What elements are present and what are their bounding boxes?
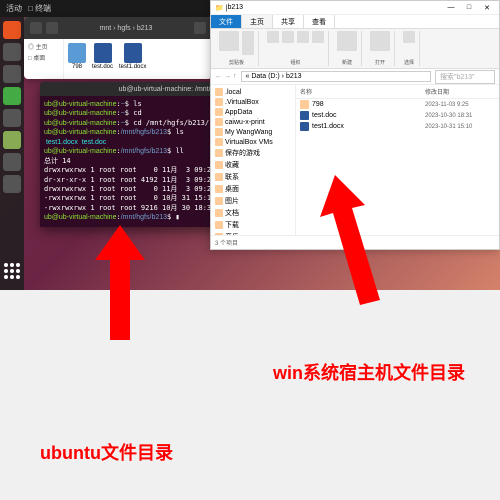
ribbon: 剪贴板 组织 新建 打开 选择 xyxy=(211,29,499,69)
app-icon[interactable] xyxy=(3,175,21,193)
app-icon[interactable] xyxy=(3,87,21,105)
path-bar[interactable]: mnt › hgfs › b213 xyxy=(62,25,190,32)
tree-item[interactable]: 下载 xyxy=(213,219,293,231)
file-item[interactable]: test1.docx xyxy=(119,43,146,75)
close-button[interactable]: ✕ xyxy=(479,4,495,12)
tree-item[interactable]: AppData xyxy=(213,107,293,117)
select-all-icon[interactable] xyxy=(403,31,415,43)
app-icon[interactable] xyxy=(3,109,21,127)
forward-button[interactable] xyxy=(46,22,58,34)
app-icon[interactable] xyxy=(3,153,21,171)
tree-item[interactable]: .VirtualBox xyxy=(213,97,293,107)
tree-item[interactable]: 音乐 xyxy=(213,231,293,235)
nav-tree[interactable]: .local.VirtualBoxAppDatacaiwu-x-printMy … xyxy=(211,85,296,235)
ubuntu-dock xyxy=(0,17,24,290)
activities[interactable]: 活动 xyxy=(6,3,22,14)
app-icon[interactable] xyxy=(3,65,21,83)
tree-item[interactable]: 桌面 xyxy=(213,183,293,195)
minimize-button[interactable]: — xyxy=(443,4,459,12)
copy-icon[interactable] xyxy=(242,31,254,43)
windows-explorer[interactable]: 📁 | b213 — □ ✕ 文件 主页 共享 查看 剪贴板 组织 新建 打开 … xyxy=(210,0,500,250)
annotation-label: ubuntu文件目录 xyxy=(40,439,173,465)
column-headers[interactable]: 名称修改日期 xyxy=(296,85,499,99)
menu-icon[interactable] xyxy=(194,22,206,34)
status-bar: 3 个项目 xyxy=(211,235,499,249)
pin-icon[interactable] xyxy=(219,31,239,51)
file-grid[interactable]: 798 test.doc test1.docx xyxy=(64,39,212,79)
nautilus-header: mnt › hgfs › b213 xyxy=(24,17,212,39)
file-row[interactable]: test1.docx2023-10-31 15:10 xyxy=(296,121,499,132)
app-icon[interactable] xyxy=(3,131,21,149)
properties-icon[interactable] xyxy=(370,31,390,51)
tree-item[interactable]: 保存的游戏 xyxy=(213,147,293,159)
forward-icon[interactable]: → xyxy=(224,73,231,80)
nautilus-sidebar: ◎ 主页 □ 桌面 xyxy=(24,39,64,79)
back-button[interactable] xyxy=(30,22,42,34)
file-list[interactable]: 名称修改日期 7982023-11-03 9:25test.doc2023-10… xyxy=(296,85,499,235)
paste-icon[interactable] xyxy=(242,43,254,55)
tab-share[interactable]: 共享 xyxy=(273,15,304,28)
sidebar-item[interactable]: □ 桌面 xyxy=(26,52,61,63)
maximize-button[interactable]: □ xyxy=(461,4,477,12)
back-icon[interactable]: ← xyxy=(215,73,222,80)
address-bar-row: ←→↑ « Data (D:) › b213 搜索"b213" xyxy=(211,69,499,85)
app-indicator[interactable]: □ 终端 xyxy=(28,3,51,14)
nautilus-window[interactable]: mnt › hgfs › b213 ◎ 主页 □ 桌面 798 test.doc… xyxy=(24,17,212,79)
files-icon[interactable] xyxy=(3,21,21,39)
tree-item[interactable]: .local xyxy=(213,87,293,97)
tab-file[interactable]: 文件 xyxy=(211,15,242,28)
copy-to-icon[interactable] xyxy=(282,31,294,43)
sidebar-item[interactable]: ◎ 主页 xyxy=(26,41,61,52)
tree-item[interactable]: 图片 xyxy=(213,195,293,207)
file-row[interactable]: 7982023-11-03 9:25 xyxy=(296,99,499,110)
explorer-titlebar: 📁 | b213 — □ ✕ xyxy=(211,1,499,15)
file-item[interactable]: test.doc xyxy=(92,43,113,75)
show-apps-icon[interactable] xyxy=(3,262,21,280)
tree-item[interactable]: 文档 xyxy=(213,207,293,219)
annotation-label: win系统宿主机文件目录 xyxy=(273,359,465,385)
delete-icon[interactable] xyxy=(297,31,309,43)
new-folder-icon[interactable] xyxy=(337,31,357,51)
tree-item[interactable]: 联系 xyxy=(213,171,293,183)
ribbon-tabs: 文件 主页 共享 查看 xyxy=(211,15,499,29)
file-row[interactable]: test.doc2023-10-30 18:31 xyxy=(296,110,499,121)
tree-item[interactable]: caiwu-x-print xyxy=(213,117,293,127)
address-bar[interactable]: « Data (D:) › b213 xyxy=(241,71,432,82)
folder-item[interactable]: 798 xyxy=(68,43,86,75)
tab-home[interactable]: 主页 xyxy=(242,15,273,28)
search-input[interactable]: 搜索"b213" xyxy=(435,70,495,84)
rename-icon[interactable] xyxy=(312,31,324,43)
terminal-icon[interactable] xyxy=(3,43,21,61)
tree-item[interactable]: My WangWang xyxy=(213,127,293,137)
ubuntu-desktop: 活动 □ 终端 mnt › hgfs › b213 ◎ 主页 □ 桌面 798 … xyxy=(0,0,500,290)
tree-item[interactable]: VirtualBox VMs xyxy=(213,137,293,147)
tree-item[interactable]: 收藏 xyxy=(213,159,293,171)
tab-view[interactable]: 查看 xyxy=(304,15,335,28)
move-icon[interactable] xyxy=(267,31,279,43)
up-icon[interactable]: ↑ xyxy=(233,73,237,80)
